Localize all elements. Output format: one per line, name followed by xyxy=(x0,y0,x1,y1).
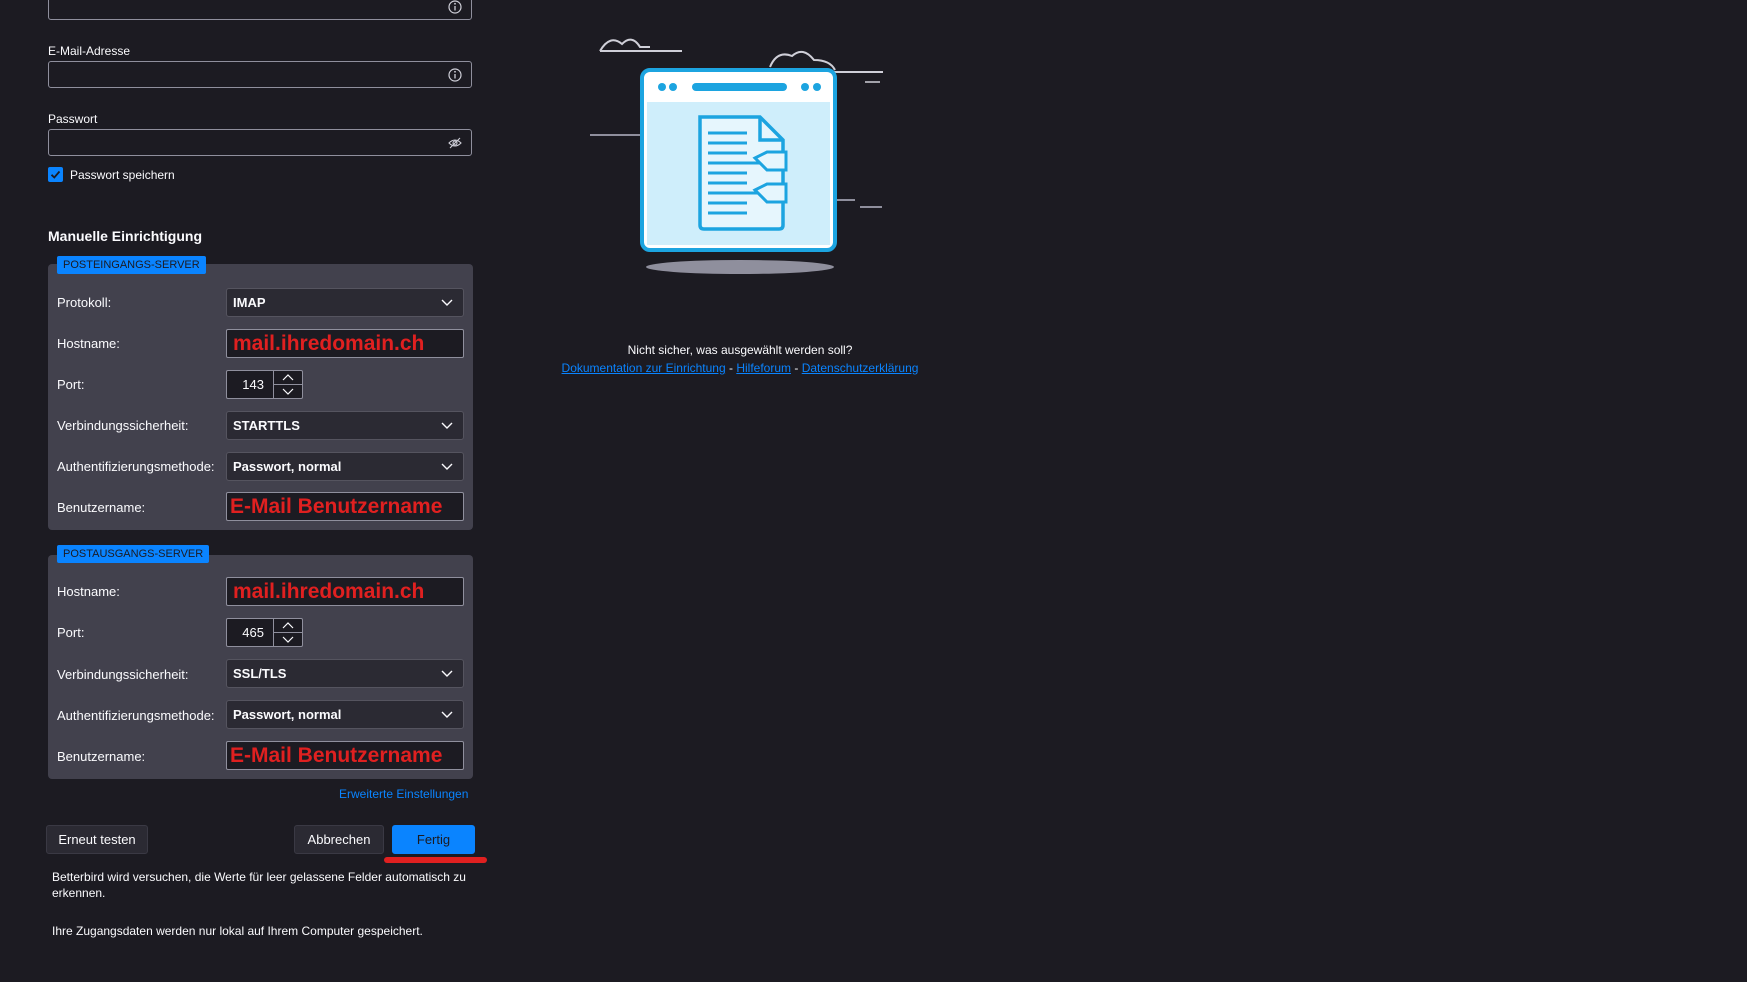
outgoing-hostname-label: Hostname: xyxy=(57,584,120,599)
info-icon xyxy=(448,68,462,82)
incoming-port-stepper[interactable]: 143 xyxy=(226,370,303,399)
incoming-server-badge: POSTEINGANGS-SERVER xyxy=(57,256,206,274)
chevron-up-icon[interactable] xyxy=(274,619,302,633)
advanced-settings-link[interactable]: Erweiterte Einstellungen xyxy=(339,787,468,801)
incoming-auth-label: Authentifizierungsmethode: xyxy=(57,459,215,474)
incoming-protocol-select[interactable]: IMAP xyxy=(226,288,464,317)
outgoing-hostname-input[interactable]: mail.ihredomain.ch xyxy=(226,577,464,606)
name-field[interactable] xyxy=(48,0,472,20)
outgoing-port-value: 465 xyxy=(242,625,264,640)
help-links: Dokumentation zur Einrichtung - Hilfefor… xyxy=(540,361,940,375)
outgoing-server-badge: POSTAUSGANGS-SERVER xyxy=(57,545,210,563)
save-password-label: Passwort speichern xyxy=(70,168,175,182)
eye-slash-icon[interactable] xyxy=(448,136,462,150)
autodetect-note: Betterbird wird versuchen, die Werte für… xyxy=(52,870,466,900)
link-separator: - xyxy=(794,361,799,375)
incoming-hostname-label: Hostname: xyxy=(57,336,120,351)
outgoing-security-select[interactable]: SSL/TLS xyxy=(226,659,464,688)
outgoing-auth-value: Passwort, normal xyxy=(233,707,342,722)
setup-docs-link[interactable]: Dokumentation zur Einrichtung xyxy=(562,361,726,375)
incoming-protocol-value: IMAP xyxy=(233,295,266,310)
highlight-underline xyxy=(384,857,487,863)
incoming-auth-select[interactable]: Passwort, normal xyxy=(226,452,464,481)
outgoing-port-label: Port: xyxy=(57,625,85,640)
incoming-port-value: 143 xyxy=(242,377,264,392)
chevron-down-icon xyxy=(441,299,453,306)
password-label: Passwort xyxy=(48,112,98,126)
incoming-security-value: STARTTLS xyxy=(233,418,300,433)
privacy-policy-link[interactable]: Datenschutzerklärung xyxy=(802,361,919,375)
outgoing-port-stepper[interactable]: 465 xyxy=(226,618,303,647)
link-separator: - xyxy=(728,361,733,375)
outgoing-username-input[interactable]: E-Mail Benutzername xyxy=(226,741,464,770)
incoming-security-select[interactable]: STARTTLS xyxy=(226,411,464,440)
protocol-label: Protokoll: xyxy=(57,295,112,310)
port-stepper-arrows xyxy=(273,371,302,398)
chevron-down-icon xyxy=(441,711,453,718)
help-forum-link[interactable]: Hilfeforum xyxy=(736,361,791,375)
outgoing-auth-select[interactable]: Passwort, normal xyxy=(226,700,464,729)
incoming-username-label: Benutzername: xyxy=(57,500,146,515)
done-button[interactable]: Fertig xyxy=(392,825,475,854)
checkmark-icon xyxy=(50,170,61,179)
retest-button[interactable]: Erneut testen xyxy=(46,825,148,854)
local-storage-note: Ihre Zugangsdaten werden nur lokal auf I… xyxy=(52,924,423,938)
incoming-security-label: Verbindungssicherheit: xyxy=(57,418,189,433)
document-illustration xyxy=(590,38,883,274)
incoming-hostname-input[interactable]: mail.ihredomain.ch xyxy=(226,329,464,358)
cancel-button[interactable]: Abbrechen xyxy=(294,825,384,854)
outgoing-security-value: SSL/TLS xyxy=(233,666,287,681)
outgoing-security-label: Verbindungssicherheit: xyxy=(57,667,189,682)
outgoing-username-label: Benutzername: xyxy=(57,749,146,764)
chevron-up-icon[interactable] xyxy=(274,371,302,385)
chevron-down-icon xyxy=(441,422,453,429)
help-question: Nicht sicher, was ausgewählt werden soll… xyxy=(627,343,853,357)
chevron-down-icon xyxy=(441,463,453,470)
incoming-username-input[interactable]: E-Mail Benutzername xyxy=(226,492,464,521)
manual-setup-title: Manuelle Einrichtigung xyxy=(48,228,203,244)
save-password-checkbox[interactable] xyxy=(48,167,63,182)
chevron-down-icon[interactable] xyxy=(274,633,302,646)
email-label: E-Mail-Adresse xyxy=(48,44,131,58)
password-field[interactable] xyxy=(48,129,472,156)
port-stepper-arrows xyxy=(273,619,302,646)
info-icon xyxy=(448,0,462,14)
chevron-down-icon[interactable] xyxy=(274,385,302,398)
incoming-port-label: Port: xyxy=(57,377,85,392)
incoming-auth-value: Passwort, normal xyxy=(233,459,342,474)
chevron-down-icon xyxy=(441,670,453,677)
email-field[interactable] xyxy=(48,61,472,88)
outgoing-auth-label: Authentifizierungsmethode: xyxy=(57,708,215,723)
